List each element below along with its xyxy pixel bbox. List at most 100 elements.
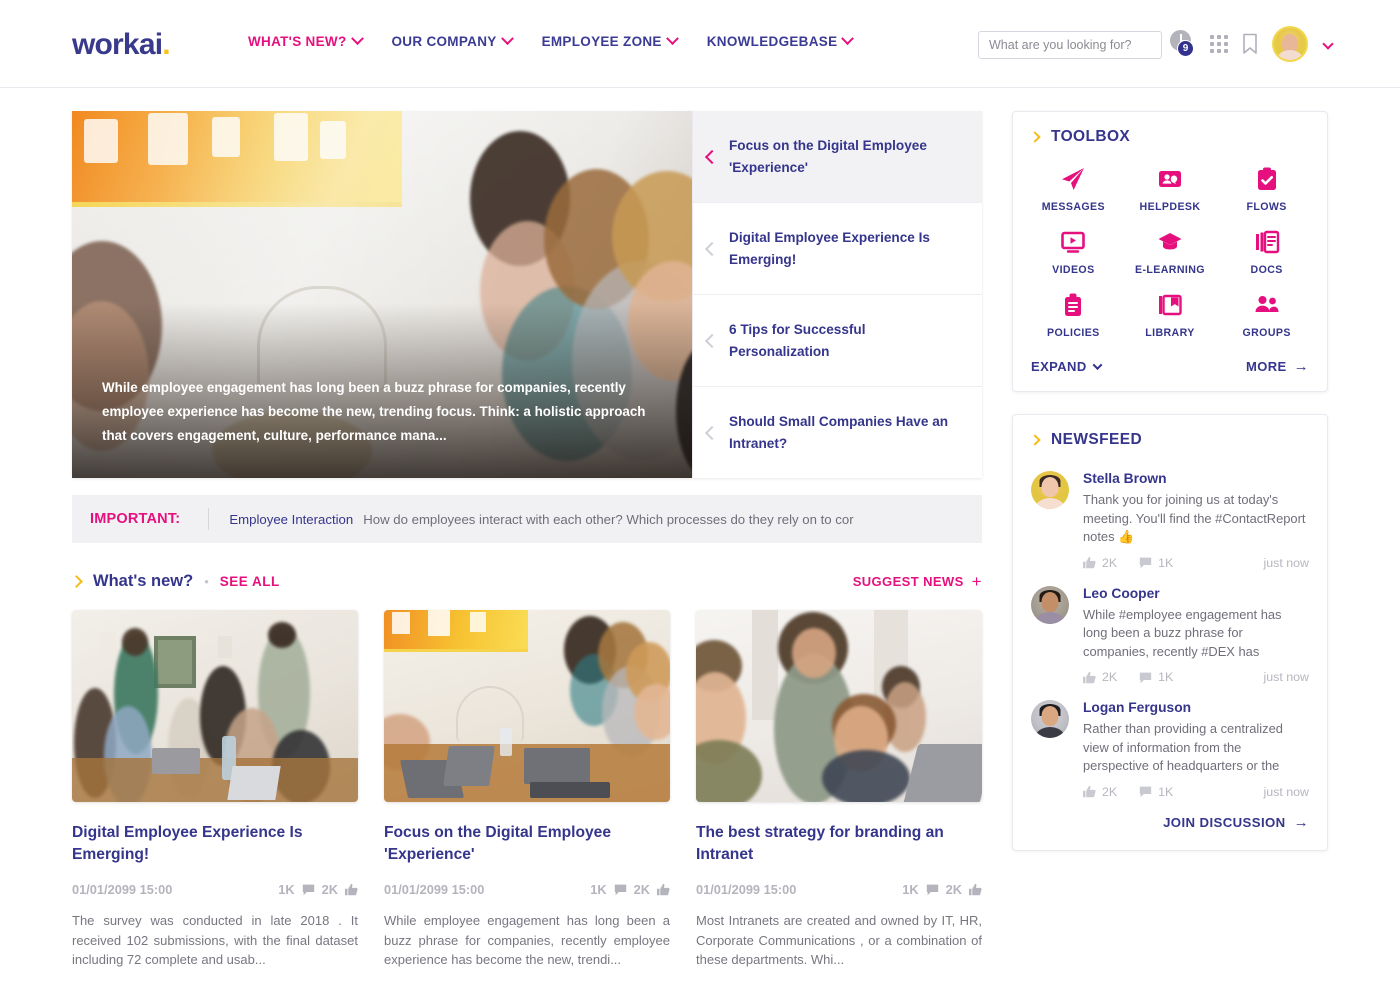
- post-meta: 2K 1K just now: [1083, 785, 1309, 799]
- news-card-image[interactable]: [696, 610, 982, 802]
- toolbox-item-groups[interactable]: GROUPS: [1218, 292, 1315, 339]
- chevron-right-icon: [1029, 434, 1041, 446]
- comment-icon: [1139, 786, 1152, 798]
- news-card-date: 01/01/2099 15:00: [384, 882, 485, 897]
- post-author[interactable]: Stella Brown: [1083, 471, 1309, 486]
- news-card-stats: 1K 2K: [902, 882, 982, 897]
- hero-list-item[interactable]: Focus on the Digital Employee 'Experienc…: [693, 111, 982, 203]
- chevron-down-icon[interactable]: [1322, 38, 1334, 50]
- bullet-separator: •: [204, 573, 209, 589]
- join-discussion-button[interactable]: JOIN DISCUSSION →: [1163, 815, 1309, 830]
- user-avatar[interactable]: [1272, 26, 1308, 62]
- news-card-title[interactable]: Digital Employee Experience Is Emerging!: [72, 822, 358, 866]
- newsfeed-post: Logan Ferguson Rather than providing a c…: [1031, 690, 1309, 805]
- like-count: 2K: [321, 882, 338, 897]
- thumbs-up-icon: [657, 883, 670, 896]
- toolbox-header: TOOLBOX: [1013, 112, 1327, 152]
- like-count: 2K: [633, 882, 650, 897]
- toolbox-item-label: LIBRARY: [1145, 327, 1195, 339]
- toolbox-item-label: MESSAGES: [1041, 201, 1105, 213]
- thumbs-up-icon: [969, 883, 982, 896]
- suggest-news-button[interactable]: SUGGEST NEWS +: [853, 573, 982, 590]
- expand-button[interactable]: EXPAND: [1031, 359, 1103, 374]
- news-card-title[interactable]: The best strategy for branding an Intran…: [696, 822, 982, 866]
- chevron-down-icon: [1092, 360, 1103, 371]
- hero-list-item[interactable]: 6 Tips for Successful Personalization: [693, 295, 982, 387]
- arrow-right-icon: →: [1293, 813, 1309, 831]
- thumbs-up-icon: [1083, 556, 1096, 569]
- avatar[interactable]: [1031, 585, 1069, 624]
- nav-item-our-company[interactable]: OUR COMPANY: [391, 32, 514, 49]
- nav-item-whats-new[interactable]: WHAT'S NEW?: [248, 32, 364, 49]
- news-card-title[interactable]: Focus on the Digital Employee 'Experienc…: [384, 822, 670, 866]
- post-author[interactable]: Leo Cooper: [1083, 586, 1309, 601]
- avatar[interactable]: [1031, 471, 1069, 509]
- toolbox-item-messages[interactable]: MESSAGES: [1025, 166, 1122, 213]
- ticker-link[interactable]: Employee Interaction: [229, 512, 353, 527]
- search-input[interactable]: [978, 31, 1162, 59]
- toolbox-item-label: E-LEARNING: [1135, 264, 1205, 276]
- comment-icon: [926, 884, 938, 896]
- comment-icon: [614, 884, 626, 896]
- like-count: 2K: [945, 882, 962, 897]
- post-comments: 1K: [1139, 670, 1173, 684]
- nav-item-label: WHAT'S NEW?: [248, 34, 347, 49]
- toolbox-title: TOOLBOX: [1051, 128, 1131, 145]
- hero-list-item-label: Focus on the Digital Employee 'Experienc…: [729, 137, 927, 175]
- hero-list-item[interactable]: Digital Employee Experience Is Emerging!: [693, 203, 982, 295]
- hero-list-item-label: 6 Tips for Successful Personalization: [729, 321, 866, 359]
- nav-item-knowledgebase[interactable]: KNOWLEDGEBASE: [707, 32, 855, 49]
- post-likes: 2K: [1083, 556, 1117, 570]
- toolbox-item-docs[interactable]: DOCS: [1218, 229, 1315, 276]
- chevron-right-icon: [70, 574, 83, 588]
- main-navigation: WHAT'S NEW? OUR COMPANY EMPLOYEE ZONE KN…: [248, 32, 855, 49]
- post-time: just now: [1263, 555, 1309, 570]
- like-count: 2K: [1102, 784, 1118, 799]
- see-all-link[interactable]: SEE ALL: [220, 574, 280, 589]
- hero-list-item-label: Digital Employee Experience Is Emerging!: [729, 229, 930, 267]
- nav-item-label: OUR COMPANY: [391, 34, 497, 49]
- hero-image[interactable]: While employee engagement has long been …: [72, 111, 692, 478]
- post-time: just now: [1263, 670, 1309, 684]
- apps-grid-icon[interactable]: [1210, 35, 1228, 53]
- toolbox-item-library[interactable]: LIBRARY: [1122, 292, 1219, 339]
- news-card-image[interactable]: [72, 610, 358, 802]
- newsfeed-header: NEWSFEED: [1013, 415, 1327, 455]
- toolbox-item-videos[interactable]: VIDEOS: [1025, 229, 1122, 276]
- chevron-down-icon: [665, 32, 679, 46]
- important-ticker: IMPORTANT: Employee Interaction How do e…: [72, 495, 982, 543]
- thumbs-up-icon: [345, 883, 358, 896]
- nav-item-employee-zone[interactable]: EMPLOYEE ZONE: [542, 32, 679, 49]
- main-content: While employee engagement has long been …: [70, 111, 982, 970]
- toolbox-item-label: VIDEOS: [1052, 264, 1095, 276]
- clipboard-check-icon: [1257, 167, 1276, 190]
- clipboard-lines-icon: [1065, 293, 1082, 316]
- news-card-stats: 1K 2K: [278, 882, 358, 897]
- comment-count: 1K: [902, 882, 919, 897]
- toolbox-item-flows[interactable]: FLOWS: [1218, 166, 1315, 213]
- post-author[interactable]: Logan Ferguson: [1083, 700, 1309, 715]
- more-button[interactable]: MORE →: [1246, 359, 1309, 374]
- hero-caption: While employee engagement has long been …: [102, 380, 646, 443]
- plus-icon: +: [971, 571, 982, 591]
- notifications-button[interactable]: 9: [1170, 29, 1196, 59]
- chevron-left-icon: [704, 333, 720, 348]
- toolbox-item-helpdesk[interactable]: HELPDESK: [1122, 166, 1219, 213]
- news-card-image[interactable]: [384, 610, 670, 802]
- hero-list-item[interactable]: Should Small Companies Have an Intranet?: [693, 387, 982, 478]
- brand-logo[interactable]: workai.: [72, 28, 171, 62]
- toolbox-item-elearning[interactable]: E-LEARNING: [1122, 229, 1219, 276]
- avatar[interactable]: [1031, 700, 1069, 738]
- news-card-stats: 1K 2K: [590, 882, 670, 897]
- thumbs-up-icon: [1083, 671, 1096, 683]
- comment-icon: [1139, 672, 1152, 683]
- comment-count: 1K: [1158, 784, 1174, 799]
- news-card-meta: 01/01/2099 15:00 1K 2K: [384, 882, 670, 897]
- chevron-left-icon: [704, 149, 720, 164]
- bookmark-icon[interactable]: [1242, 33, 1258, 55]
- news-card-meta: 01/01/2099 15:00 1K 2K: [696, 882, 982, 897]
- toolbox-item-policies[interactable]: POLICIES: [1025, 292, 1122, 339]
- people-icon: [1255, 296, 1279, 312]
- post-likes: 2K: [1083, 785, 1117, 799]
- right-sidebar: TOOLBOX MESSAGES HELPDESK FLOWS VIDEOS E…: [1012, 111, 1328, 851]
